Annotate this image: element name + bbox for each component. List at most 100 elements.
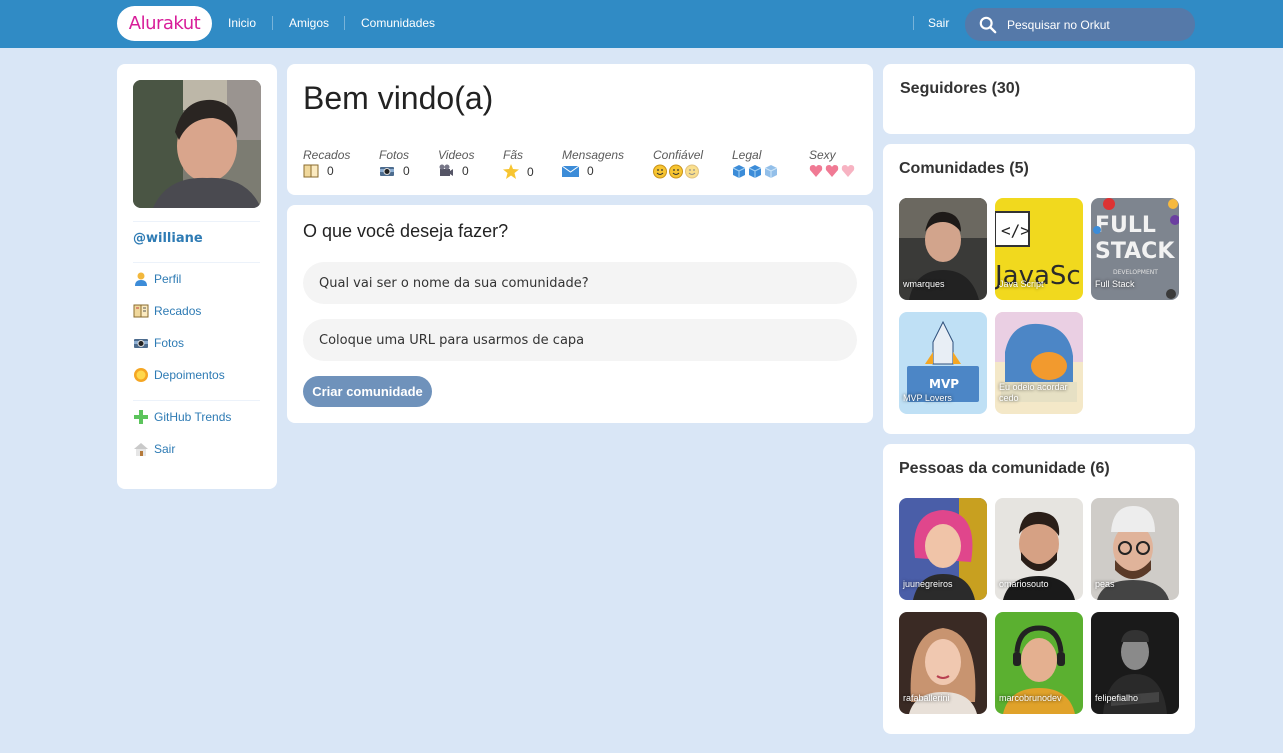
avatar[interactable] — [133, 80, 261, 208]
person-name: omariosouto — [999, 579, 1049, 589]
stat-confiavel: Confiável — [653, 148, 703, 179]
profile-username[interactable]: @williane — [133, 231, 203, 246]
sidebar-item-depoimentos[interactable]: Depoimentos — [133, 367, 225, 383]
sidebar-item-label: Sair — [154, 442, 176, 456]
logout-icon — [134, 443, 148, 456]
book-icon — [303, 164, 319, 178]
svg-text:STACK: STACK — [1095, 239, 1175, 264]
nav-comunidades[interactable]: Comunidades — [361, 16, 435, 30]
nav-amigos[interactable]: Amigos — [289, 16, 329, 30]
communities-title: Comunidades (5) — [899, 160, 1029, 177]
svg-text:DEVELOPMENT: DEVELOPMENT — [1113, 269, 1158, 276]
sidebar-item-github-trends[interactable]: GitHub Trends — [133, 409, 231, 425]
logout-link[interactable]: Sair — [928, 16, 949, 30]
stat-sexy: Sexy — [809, 148, 857, 178]
stat-fotos: Fotos 0 — [379, 148, 410, 178]
sidebar-item-label: Perfil — [154, 272, 182, 286]
person-card[interactable]: marcobrunodev — [995, 612, 1083, 714]
stat-value: 0 — [327, 164, 334, 178]
nav-divider — [913, 16, 914, 30]
form-title: O que você deseja fazer? — [303, 221, 509, 241]
community-card[interactable]: MVP MVP Lovers — [899, 312, 987, 414]
person-name: peas — [1095, 579, 1115, 589]
divider — [133, 400, 260, 401]
svg-text:MVP: MVP — [929, 377, 959, 391]
nav-inicio[interactable]: Inicio — [228, 16, 256, 30]
envelope-icon — [562, 165, 579, 178]
community-name: MVP Lovers — [903, 393, 952, 403]
stat-mensagens: Mensagens 0 — [562, 148, 624, 178]
sidebar-item-recados[interactable]: Recados — [133, 303, 201, 319]
user-icon — [135, 272, 147, 286]
person-card[interactable]: omariosouto — [995, 498, 1083, 600]
plus-icon — [134, 410, 148, 424]
sidebar-item-fotos[interactable]: Fotos — [133, 335, 184, 351]
stat-value: 0 — [403, 164, 410, 178]
community-name-input[interactable]: Qual vai ser o nome da sua comunidade? — [303, 262, 857, 304]
top-bar: Alurakut Inicio Amigos Comunidades Sair … — [0, 0, 1283, 48]
person-card[interactable]: rafaballerini — [899, 612, 987, 714]
stat-value: 0 — [462, 164, 469, 178]
search-icon — [979, 16, 997, 33]
person-card[interactable]: peas — [1091, 498, 1179, 600]
stat-label: Mensagens — [562, 148, 625, 162]
stat-label: Videos — [438, 148, 475, 162]
page-title: Bem vindo(a) — [303, 80, 494, 116]
stat-value: 0 — [527, 164, 534, 179]
video-camera-icon — [438, 164, 454, 178]
divider — [133, 262, 260, 263]
book-icon — [133, 304, 149, 318]
community-name: Eu odeio acordar cedo — [999, 382, 1068, 403]
person-name: marcobrunodev — [999, 693, 1062, 703]
create-community-button[interactable]: Criar comunidade — [303, 376, 432, 407]
sidebar-item-label: GitHub Trends — [154, 410, 232, 424]
svg-text:</>: </> — [1001, 221, 1030, 240]
divider — [133, 221, 260, 222]
sun-icon — [134, 368, 148, 382]
person-card[interactable]: juunegreiros — [899, 498, 987, 600]
sidebar-item-label: Depoimentos — [154, 368, 225, 382]
svg-text:FULL: FULL — [1095, 213, 1156, 238]
sidebar-item-sair[interactable]: Sair — [133, 441, 175, 457]
smiley-icon — [653, 164, 703, 179]
stat-label: Fotos — [379, 148, 410, 162]
camera-icon — [134, 339, 148, 348]
followers-box: Seguidores (30) — [883, 64, 1195, 134]
create-community-box: O que você deseja fazer? Qual vai ser o … — [287, 205, 873, 423]
followers-title: Seguidores (30) — [900, 80, 1021, 97]
community-card[interactable]: FULL STACK DEVELOPMENT Full Stack — [1091, 198, 1179, 300]
people-box: Pessoas da comunidade (6) juunegreiros o… — [883, 444, 1195, 734]
stat-label: Recados — [303, 148, 351, 162]
community-cover-url-input[interactable]: Coloque uma URL para usarmos de capa — [303, 319, 857, 361]
stat-value: 0 — [587, 164, 594, 178]
person-name: felipefialho — [1095, 693, 1139, 703]
stat-recados: Recados 0 — [303, 148, 350, 178]
sidebar-item-label: Recados — [154, 304, 202, 318]
sidebar-item-perfil[interactable]: Perfil — [133, 271, 181, 287]
search-input[interactable]: Pesquisar no Orkut — [965, 8, 1195, 41]
stat-legal: Legal — [732, 148, 780, 179]
person-card[interactable]: felipefialho — [1091, 612, 1179, 714]
communities-box: Comunidades (5) wmarques </> JavaScr Jav… — [883, 144, 1195, 434]
welcome-box: Bem vindo(a) Recados 0 Fotos 0 Videos 0 … — [287, 64, 873, 195]
community-name: wmarques — [903, 279, 945, 289]
nav-divider — [272, 16, 273, 30]
star-icon — [503, 164, 519, 179]
ice-cube-icon — [732, 164, 780, 179]
people-title: Pessoas da comunidade (6) — [899, 460, 1110, 477]
nav-divider — [344, 16, 345, 30]
person-name: rafaballerini — [903, 693, 950, 703]
search-placeholder: Pesquisar no Orkut — [1007, 17, 1110, 32]
camera-icon — [379, 164, 395, 178]
stat-label: Sexy — [809, 148, 836, 162]
community-name: Full Stack — [1095, 279, 1135, 289]
sidebar-item-label: Fotos — [154, 336, 185, 350]
community-card[interactable]: Eu odeio acordar cedo — [995, 312, 1083, 414]
community-card[interactable]: </> JavaScr Java Script — [995, 198, 1083, 300]
alurakut-logo[interactable]: Alurakut — [117, 6, 212, 41]
stat-videos: Videos 0 — [438, 148, 474, 178]
stat-label: Legal — [732, 148, 762, 162]
community-card[interactable]: wmarques — [899, 198, 987, 300]
community-name: Java Script — [999, 279, 1044, 289]
stat-label: Fãs — [503, 148, 524, 162]
